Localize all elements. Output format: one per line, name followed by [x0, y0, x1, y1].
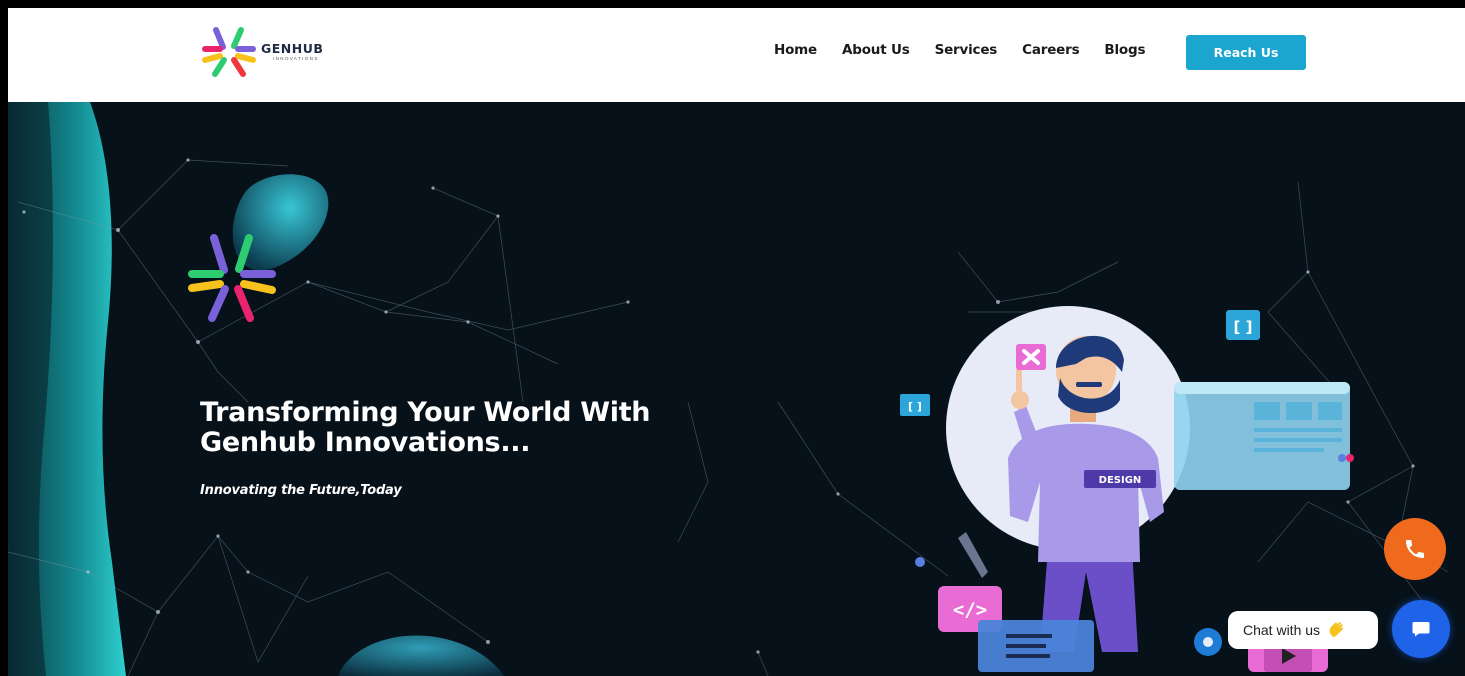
nav-careers[interactable]: Careers: [1022, 42, 1079, 58]
chat-bubble-icon: [1412, 622, 1430, 637]
nav-home[interactable]: Home: [774, 42, 817, 58]
reach-us-button[interactable]: Reach Us: [1186, 35, 1306, 70]
page-frame: GENHUB INNOVATIONS Home About Us Service…: [8, 8, 1465, 676]
bracket-badge-icon: [ ]: [1226, 310, 1260, 340]
small-bracket-icon: [ ]: [900, 394, 930, 416]
code-tag-text: </>: [953, 599, 987, 621]
nav-about-us[interactable]: About Us: [842, 42, 910, 58]
asterisk-logo-icon: [202, 27, 256, 77]
hero-title-line-2: Genhub Innovations...: [200, 427, 531, 458]
hero-subtitle: Innovating the Future,Today: [200, 483, 402, 498]
nav-services[interactable]: Services: [935, 42, 998, 58]
wrench-icon: [958, 532, 988, 578]
hero-title-line-1: Transforming Your World With: [200, 397, 651, 428]
chat-with-us-pill[interactable]: Chat with us: [1228, 611, 1378, 649]
phone-icon: [1406, 540, 1424, 558]
logo-name: GENHUB: [261, 40, 324, 56]
nav-blogs[interactable]: Blogs: [1104, 42, 1145, 58]
shirt-label: DESIGN: [1099, 475, 1142, 486]
logo-tagline: INNOVATIONS: [273, 56, 319, 61]
logo-wordmark: GENHUB INNOVATIONS: [261, 40, 324, 62]
call-button[interactable]: [1384, 518, 1446, 580]
chat-label: Chat with us: [1243, 622, 1321, 638]
brand-logo[interactable]: GENHUB INNOVATIONS: [201, 25, 323, 79]
main-nav: Home About Us Services Careers Blogs: [774, 42, 1170, 58]
svg-text:[ ]: [ ]: [908, 400, 922, 413]
document-panel-icon: [978, 620, 1094, 672]
open-chat-button[interactable]: [1392, 600, 1450, 658]
hero-title: Transforming Your World With Genhub Inno…: [200, 397, 651, 458]
close-card-icon: [1016, 344, 1046, 370]
site-header: GENHUB INNOVATIONS Home About Us Service…: [8, 8, 1465, 102]
blob-shape: [338, 635, 504, 676]
waving-hand-icon: [1329, 622, 1343, 637]
hero-section: Transforming Your World With Genhub Inno…: [8, 102, 1465, 676]
bracket-badge-text: [ ]: [1234, 318, 1253, 336]
browser-window-icon: [1174, 382, 1350, 490]
